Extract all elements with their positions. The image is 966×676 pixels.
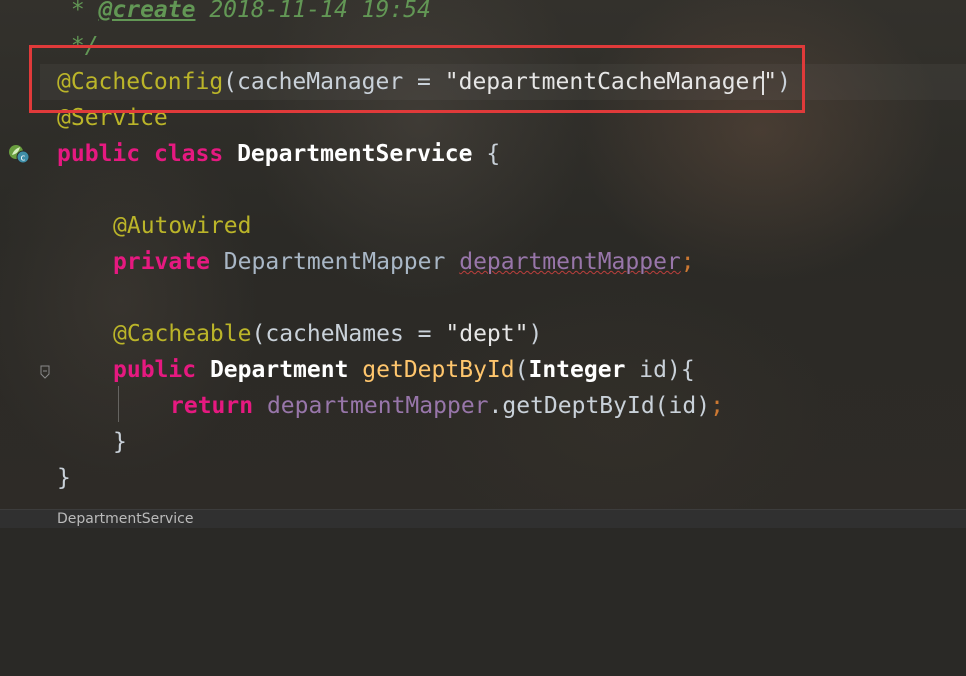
keyword-private: private [113, 249, 210, 275]
code-line-method-decl: public Department getDeptById(Integer id… [113, 352, 695, 388]
semicolon: ; [710, 393, 724, 419]
equals-sign: = [403, 321, 446, 347]
code-line-cacheable: @Cacheable(cacheNames = "dept") [113, 316, 542, 352]
method-name: getDeptById [362, 357, 515, 383]
spring-bean-class-icon[interactable]: c [8, 144, 30, 164]
code-line-method-close: } [113, 424, 127, 460]
param-name: id [625, 357, 667, 383]
string-literal: "dept" [445, 321, 529, 347]
code-line-class-decl: public class DepartmentService { [57, 136, 500, 172]
brace-close: } [113, 429, 127, 455]
method-call: .getDeptById(id) [488, 393, 711, 419]
fold-marker-icon[interactable] [40, 364, 50, 379]
code-line-comment-create: * @create 2018-11-14 19:54 [57, 0, 431, 28]
keyword-class: class [153, 141, 224, 167]
brace-open: { [486, 141, 501, 167]
field-ref: departmentMapper [266, 393, 489, 419]
keyword-public: public [113, 357, 197, 383]
comment-date: 2018-11-14 19:54 [195, 0, 431, 23]
code-line-return: return departmentMapper.getDeptById(id); [170, 388, 724, 424]
field-type: DepartmentMapper [223, 249, 446, 275]
annotation-param: cacheNames [265, 321, 404, 347]
breadcrumb-class[interactable]: DepartmentService [57, 510, 193, 528]
keyword-public: public [57, 141, 141, 167]
brace-close: } [57, 465, 71, 491]
code-line-class-close: } [57, 460, 71, 496]
paren-close: ) [528, 321, 543, 347]
paren-open: ( [514, 357, 529, 383]
javadoc-tag: @create [98, 0, 196, 23]
class-name: DepartmentService [237, 141, 473, 167]
return-type: Department [209, 357, 349, 383]
svg-text:c: c [21, 154, 26, 164]
field-name-warning: departmentMapper [459, 249, 681, 275]
editor-breadcrumb-bar: DepartmentService [0, 509, 966, 528]
code-line-field-decl: private DepartmentMapper departmentMappe… [113, 244, 695, 280]
red-highlight-box [29, 45, 805, 113]
keyword-return: return [170, 393, 254, 419]
param-type: Integer [528, 357, 626, 383]
code-line-autowired: @Autowired [113, 208, 251, 244]
paren-brace: ){ [666, 357, 695, 383]
paren-open: ( [251, 321, 266, 347]
comment-prefix: * [57, 0, 99, 23]
cacheable-annotation: @Cacheable [113, 321, 252, 347]
autowired-annotation: @Autowired [113, 213, 252, 239]
semicolon: ; [680, 249, 695, 275]
